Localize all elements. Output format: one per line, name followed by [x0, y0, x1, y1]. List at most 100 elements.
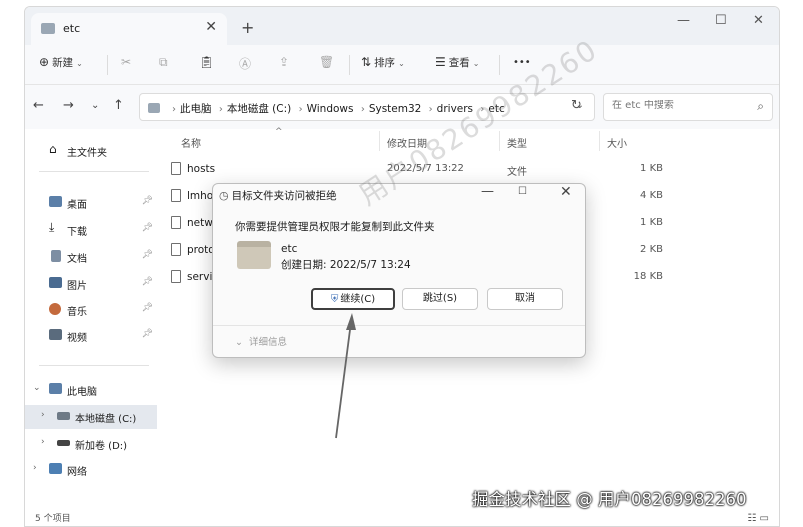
- tab-etc[interactable]: etc ✕: [31, 13, 227, 45]
- sidebar-item-music[interactable]: 音乐 📌︎: [25, 298, 157, 322]
- sidebar-item-desktop[interactable]: 桌面 📌︎: [25, 191, 157, 215]
- computer-icon: [49, 383, 62, 394]
- sidebar-item-videos[interactable]: 视频 📌︎: [25, 324, 157, 348]
- dialog-folder-name: etc: [281, 243, 298, 255]
- column-header-modified[interactable]: 修改日期: [387, 135, 427, 150]
- view-button[interactable]: ☰ 查看 ⌄: [435, 55, 479, 70]
- column-header-size[interactable]: 大小: [607, 135, 627, 150]
- chevron-down-icon: ⌄: [472, 59, 480, 68]
- pin-icon[interactable]: 📌︎: [142, 223, 153, 233]
- pin-icon[interactable]: 📌︎: [142, 250, 153, 260]
- chevron-right-icon: ›: [172, 104, 176, 115]
- breadcrumb-local-disk[interactable]: 本地磁盘 (C:): [227, 103, 291, 115]
- new-tab-icon[interactable]: +: [241, 18, 254, 37]
- pin-icon[interactable]: 📌︎: [142, 277, 153, 287]
- divider: [349, 55, 350, 75]
- skip-button[interactable]: 跳过(S): [402, 288, 478, 310]
- divider: [39, 171, 149, 172]
- sort-icon: ⇅: [361, 55, 372, 69]
- divider: [213, 325, 585, 326]
- file-name: netw: [187, 217, 213, 229]
- file-size: 4 KB: [640, 190, 663, 201]
- chevron-right-icon[interactable]: ›: [41, 410, 45, 420]
- file-icon: [171, 216, 181, 229]
- divider: [39, 365, 149, 366]
- pin-icon[interactable]: 📌︎: [142, 329, 153, 339]
- address-row: ← → ⌄ ↑ › 此电脑 › 本地磁盘 (C:) › Windows › System…: [25, 85, 779, 129]
- breadcrumb-system32[interactable]: System32: [369, 103, 422, 115]
- refresh-icon[interactable]: ↻: [571, 98, 582, 113]
- sidebar-item-downloads[interactable]: ⤓ 下载 📌︎: [25, 218, 157, 242]
- title-bar: etc ✕ + — ☐ ✕: [25, 7, 779, 45]
- details-toggle[interactable]: ⌄ 详细信息: [235, 334, 287, 348]
- chevron-right-icon: ›: [298, 104, 303, 115]
- sidebar-item-local-disk[interactable]: › 本地磁盘 (C:): [25, 405, 157, 429]
- dialog-minimize-icon[interactable]: —: [481, 184, 494, 199]
- file-name: proto: [187, 244, 215, 256]
- sort-ascending-icon: ^: [275, 127, 283, 137]
- breadcrumb: › 此电脑 › 本地磁盘 (C:) › Windows › System32 › driv…: [168, 101, 505, 116]
- chevron-right-icon: ›: [218, 104, 223, 115]
- column-header-name[interactable]: 名称: [181, 135, 201, 150]
- search-input[interactable]: [612, 100, 732, 111]
- pin-icon[interactable]: 📌︎: [142, 196, 153, 206]
- sort-button[interactable]: ⇅ 排序 ⌄: [361, 55, 405, 70]
- chevron-right-icon[interactable]: ›: [41, 437, 45, 447]
- folder-icon: [237, 241, 271, 269]
- sidebar-item-new-volume[interactable]: › 新加卷 (D:): [25, 432, 157, 456]
- column-header-type[interactable]: 类型: [507, 135, 527, 150]
- address-bar[interactable]: › 此电脑 › 本地磁盘 (C:) › Windows › System32 › driv…: [139, 93, 595, 121]
- more-options-icon[interactable]: •••: [513, 57, 531, 68]
- dialog-maximize-icon[interactable]: ☐: [518, 186, 527, 197]
- desktop-icon: [49, 196, 62, 207]
- chevron-down-icon: ⌄: [398, 59, 405, 68]
- recent-chevron-icon[interactable]: ⌄: [91, 100, 99, 111]
- maximize-icon[interactable]: ☐: [715, 13, 727, 28]
- share-icon[interactable]: ⇪: [279, 55, 289, 69]
- file-name: lmho: [187, 190, 214, 202]
- continue-button[interactable]: ⛨ 继续(C): [311, 288, 395, 310]
- rename-icon[interactable]: Ⓐ: [239, 55, 251, 72]
- search-box[interactable]: ⌕: [603, 93, 773, 121]
- paste-icon[interactable]: 📋︎: [199, 55, 214, 69]
- tab-close-icon[interactable]: ✕: [205, 19, 217, 35]
- network-icon: [49, 463, 62, 474]
- search-icon: ⌕: [757, 99, 764, 113]
- item-count: 5 个项目: [35, 514, 71, 524]
- pictures-icon: [49, 277, 62, 288]
- pin-icon[interactable]: 📌︎: [142, 303, 153, 313]
- divider: [379, 131, 380, 151]
- sidebar-item-home[interactable]: ⌂ 主文件夹: [25, 139, 157, 163]
- up-arrow-icon[interactable]: ↑: [113, 98, 124, 113]
- home-icon: ⌂: [49, 142, 57, 156]
- breadcrumb-drivers[interactable]: drivers: [437, 103, 473, 115]
- back-arrow-icon[interactable]: ←: [33, 98, 44, 113]
- breadcrumb-this-pc[interactable]: 此电脑: [180, 103, 212, 115]
- breadcrumb-windows[interactable]: Windows: [307, 103, 354, 115]
- breadcrumb-etc[interactable]: etc: [488, 103, 504, 115]
- dialog-close-icon[interactable]: ✕: [560, 184, 572, 200]
- sidebar-item-network[interactable]: › 网络: [25, 458, 157, 482]
- sidebar-item-pictures[interactable]: 图片 📌︎: [25, 272, 157, 296]
- chevron-right-icon[interactable]: ›: [33, 463, 37, 473]
- new-button[interactable]: ⊕ 新建 ⌄: [39, 55, 83, 70]
- cut-icon[interactable]: ✂: [121, 55, 131, 69]
- chevron-right-icon: ›: [480, 104, 485, 115]
- file-icon: [171, 162, 181, 175]
- chevron-down-icon[interactable]: ⌄: [33, 383, 41, 393]
- forward-arrow-icon[interactable]: →: [63, 98, 74, 113]
- source-credit: 掘金技术社区 @ 用户08269982260: [472, 490, 747, 509]
- cancel-button[interactable]: 取消: [487, 288, 563, 310]
- minimize-icon[interactable]: —: [677, 13, 690, 28]
- sidebar-item-documents[interactable]: 文档 📌︎: [25, 245, 157, 269]
- delete-icon[interactable]: 🗑︎: [319, 55, 334, 69]
- file-icon: [171, 270, 181, 283]
- divider: [107, 55, 108, 75]
- file-size: 1 KB: [640, 163, 663, 174]
- file-row[interactable]: hosts 2022/5/7 13:22 文件 1 KB: [169, 157, 669, 183]
- copy-icon[interactable]: ⧉: [159, 55, 168, 70]
- window-close-icon[interactable]: ✕: [753, 13, 764, 28]
- file-icon: [171, 189, 181, 202]
- sidebar-item-this-pc[interactable]: ⌄ 此电脑: [25, 378, 157, 402]
- view-toggle-icon[interactable]: ☷ ▭: [747, 513, 769, 524]
